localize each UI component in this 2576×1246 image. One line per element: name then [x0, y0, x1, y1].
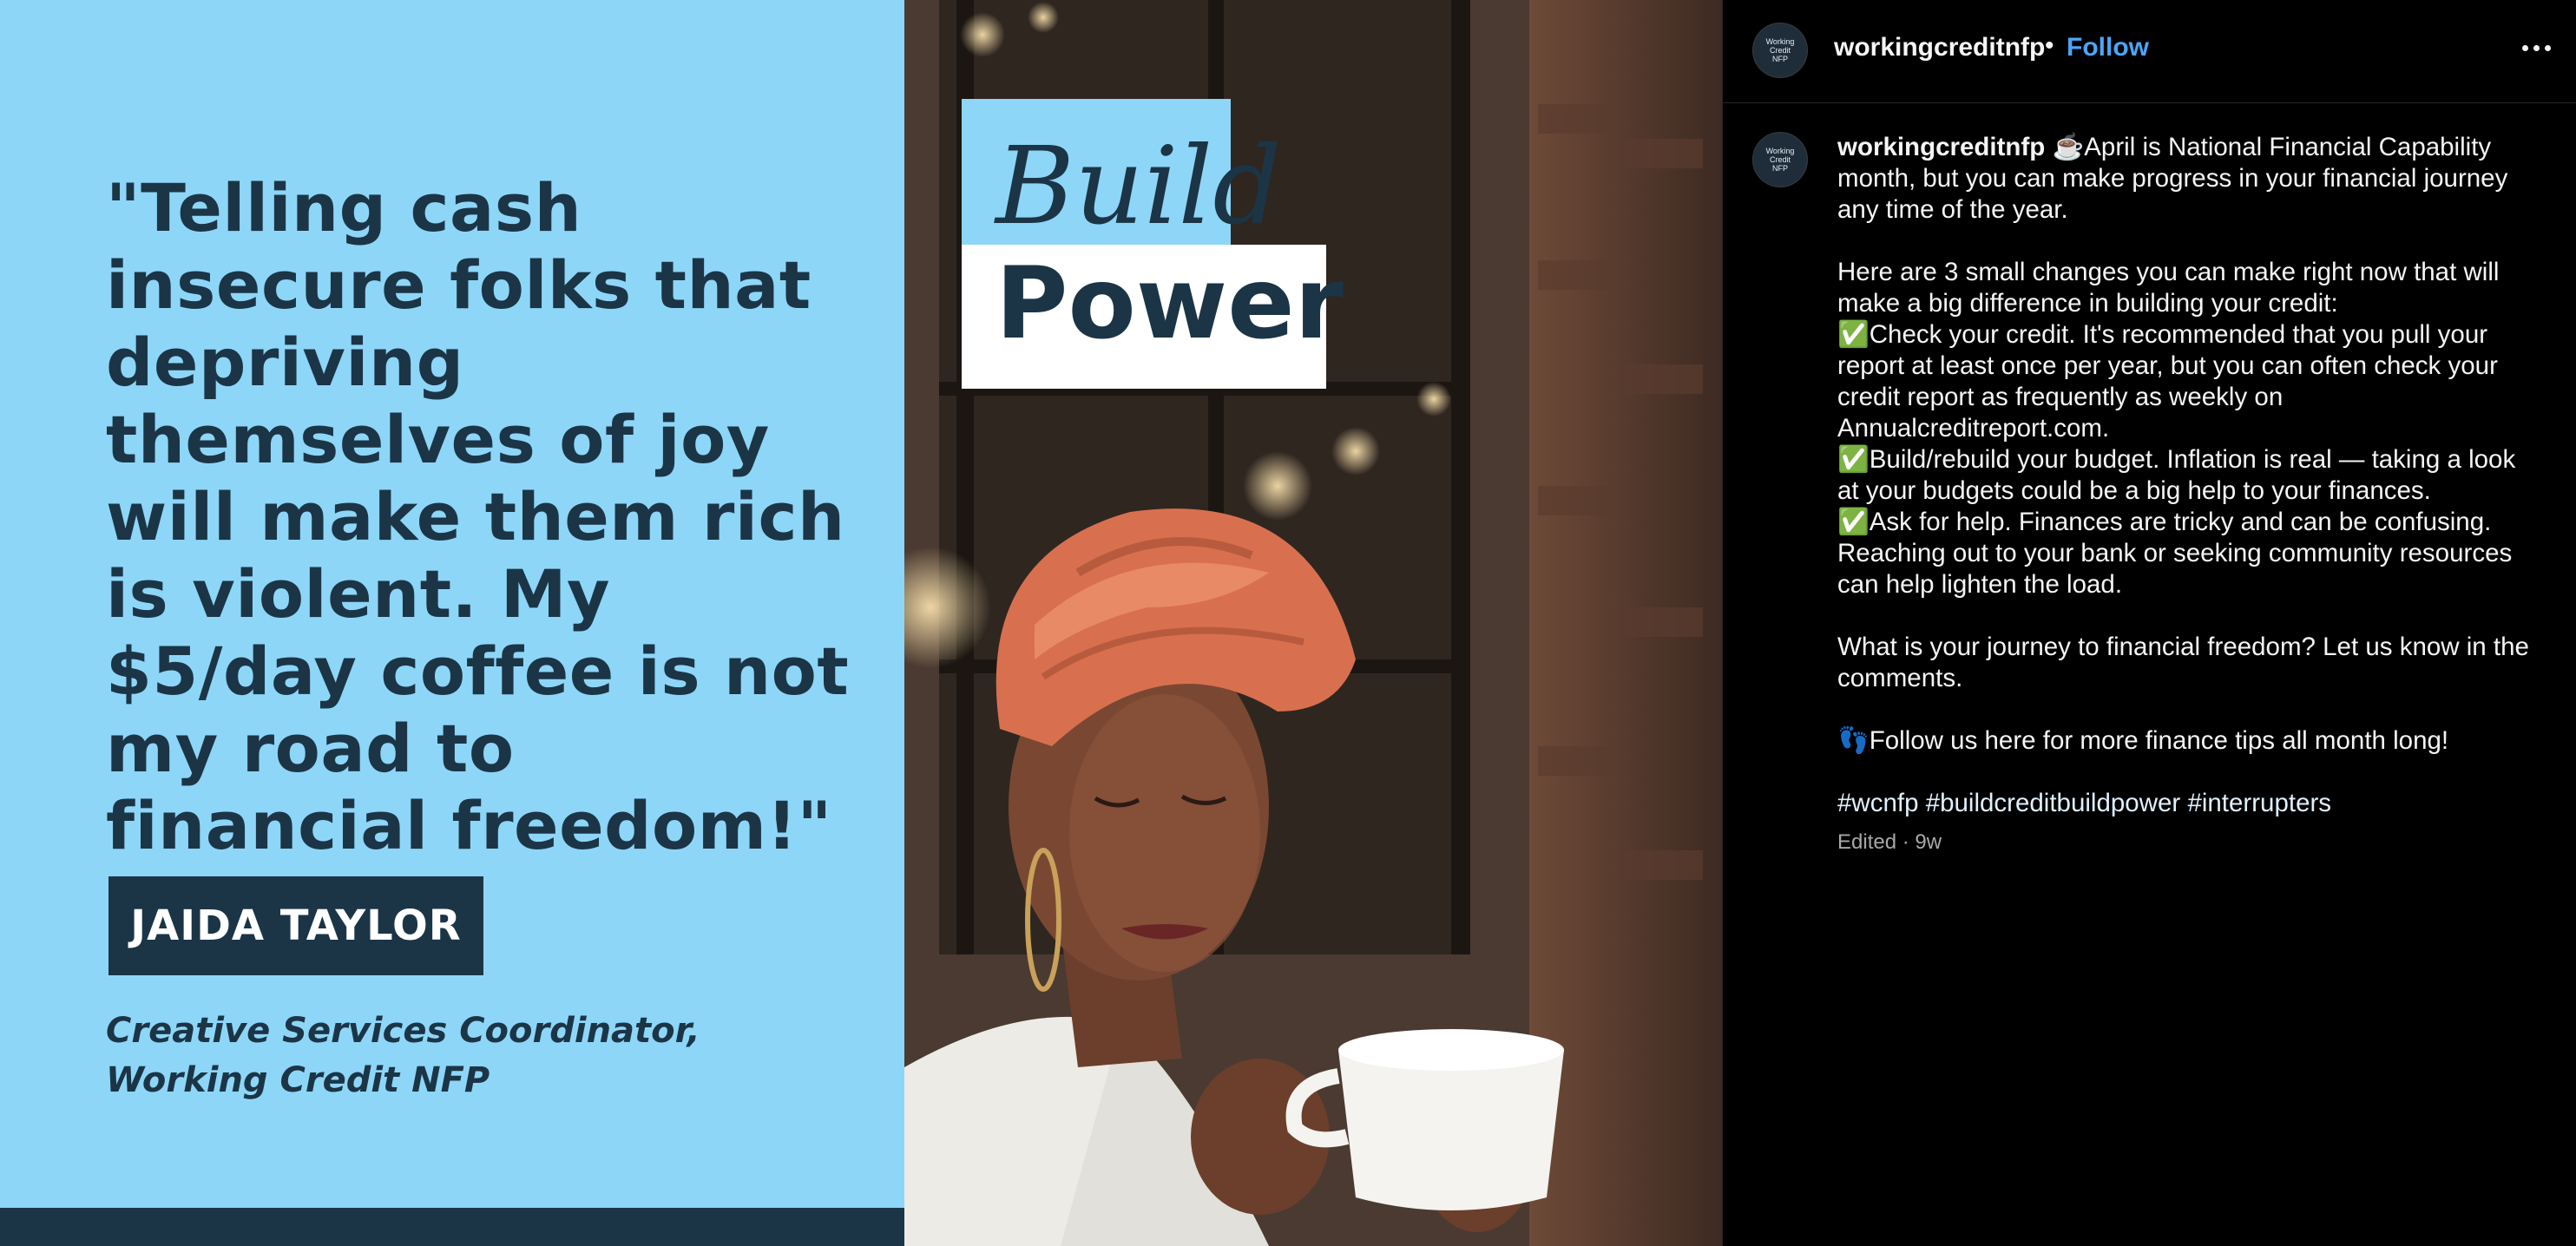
hashtag-link[interactable]: #wcnfp — [1837, 789, 1918, 817]
hashtag-line: #wcnfp #buildcreditbuildpower #interrupt… — [1837, 788, 2532, 819]
power-word: Power — [996, 246, 1344, 361]
avatar-text-line1: Working — [1765, 37, 1795, 46]
caption-question: What is your journey to financial freedo… — [1837, 633, 2529, 692]
follow-button[interactable]: Follow — [2067, 33, 2149, 62]
username-link[interactable]: workingcreditnfp — [1834, 33, 2045, 62]
name-badge: JAIDA TAYLOR — [108, 876, 483, 975]
post-caption: workingcreditnfp ☕️April is National Fin… — [1837, 132, 2532, 819]
more-dot — [2533, 44, 2540, 51]
caption-username-link[interactable]: workingcreditnfp — [1837, 133, 2045, 161]
caption-avatar[interactable]: Working Credit NFP — [1752, 132, 1808, 187]
footer-bar — [0, 1208, 904, 1246]
avatar[interactable]: Working Credit NFP — [1752, 23, 1808, 78]
avatar-text-line2: Credit — [1769, 155, 1791, 164]
post-meta: Edited · 9w — [1837, 830, 1942, 854]
hashtag-link[interactable]: #buildcreditbuildpower — [1926, 789, 2181, 817]
caption-tip: ✅Ask for help. Finances are tricky and c… — [1837, 508, 2513, 599]
job-title-line2: Working Credit NFP — [106, 1060, 490, 1100]
build-word: Build — [996, 124, 1282, 249]
more-dot — [2544, 44, 2551, 51]
more-dot — [2521, 44, 2528, 51]
quote-text: "Telling cash insecure folks that depriv… — [106, 169, 850, 864]
post-header: Working Credit NFP workingcreditnfp • Fo… — [1723, 0, 2576, 103]
caption-tip: ✅Build/rebuild your budget. Inflation is… — [1837, 445, 2516, 505]
avatar-text-line2: Credit — [1769, 46, 1791, 55]
job-title-line1: Creative Services Coordinator, — [106, 1011, 700, 1051]
job-title: Creative Services Coordinator, Working C… — [106, 1007, 766, 1105]
avatar-text-line1: Working — [1765, 147, 1795, 155]
caption-tip: ✅Check your credit. It's recommended tha… — [1837, 320, 2498, 443]
quote-panel: "Telling cash insecure folks that depriv… — [0, 0, 904, 1246]
caption-follow-line: 👣Follow us here for more finance tips al… — [1837, 726, 2449, 755]
hashtag-link[interactable]: #interrupters — [2187, 789, 2331, 817]
separator-dot: • — [2045, 31, 2054, 60]
caption-intro: workingcreditnfp ☕️April is National Fin… — [1837, 132, 2532, 226]
post-photo[interactable]: Build Power — [904, 0, 1722, 1246]
caption-paragraph: Here are 3 small changes you can make ri… — [1837, 258, 2500, 318]
post-panel: Working Credit NFP workingcreditnfp • Fo… — [1722, 0, 2576, 1246]
avatar-text-line3: NFP — [1772, 164, 1788, 173]
avatar-text-line3: NFP — [1772, 55, 1788, 63]
more-options-icon[interactable] — [2514, 26, 2558, 69]
